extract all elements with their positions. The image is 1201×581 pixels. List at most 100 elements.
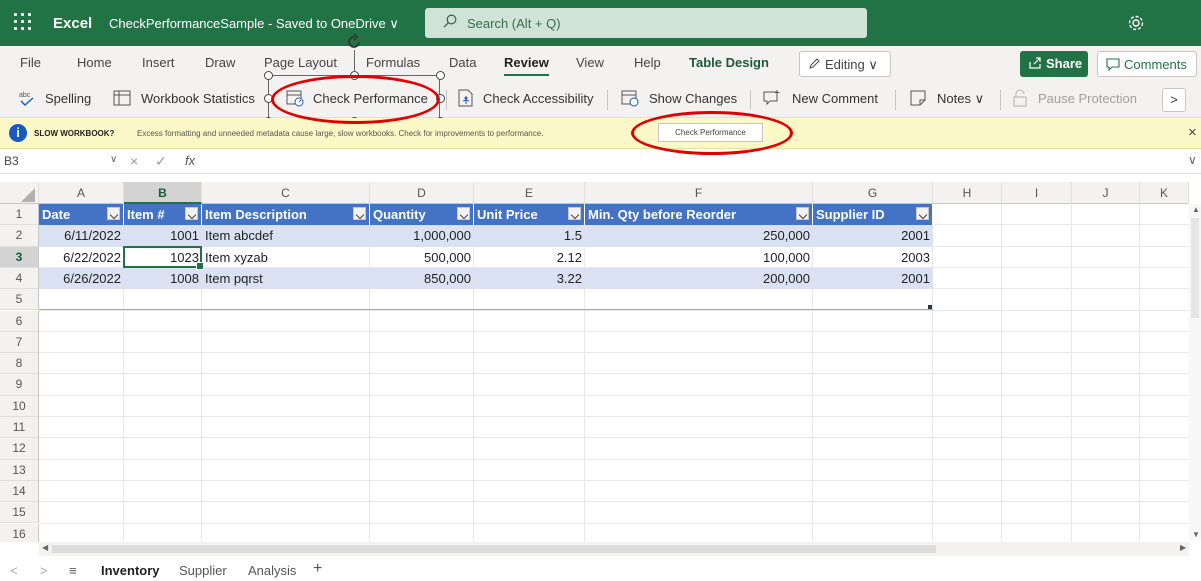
sheet-tab-analysis[interactable]: Analysis xyxy=(248,563,296,578)
column-header-c[interactable]: C xyxy=(202,182,370,204)
table-cell[interactable]: 1.5 xyxy=(474,225,585,247)
name-box[interactable]: B3 ∨ xyxy=(4,154,120,171)
table-cell[interactable]: 1001 xyxy=(124,225,202,247)
row-header-3[interactable]: 3 xyxy=(0,246,39,268)
worksheet-grid[interactable]: A B C D E F G H I J K 1 2 3 4 5 6 7 8 9 10 11 12 13 14 15 16 Date It… xyxy=(0,182,1201,542)
tab-help[interactable]: Help xyxy=(634,55,661,70)
tab-view[interactable]: View xyxy=(576,55,604,70)
table-header-cell[interactable]: Supplier ID xyxy=(813,204,933,225)
filter-dropdown-icon[interactable] xyxy=(353,207,366,220)
insert-function-icon[interactable]: fx xyxy=(185,153,195,168)
table-cell[interactable]: 2001 xyxy=(813,225,933,247)
scroll-left-icon[interactable]: ◀ xyxy=(42,543,48,552)
ribbon-more-button[interactable]: > xyxy=(1162,88,1186,112)
filter-dropdown-icon[interactable] xyxy=(185,207,198,220)
table-cell[interactable]: 2003 xyxy=(813,247,933,268)
sheet-tab-supplier[interactable]: Supplier xyxy=(179,563,227,578)
resize-handle[interactable] xyxy=(264,94,273,103)
row-header-6[interactable]: 6 xyxy=(0,310,39,332)
table-cell[interactable]: 850,000 xyxy=(370,267,474,290)
column-header-e[interactable]: E xyxy=(474,182,585,204)
column-header-i[interactable]: I xyxy=(1002,182,1072,204)
table-header-cell[interactable]: Quantity xyxy=(370,204,474,225)
close-icon[interactable]: × xyxy=(1188,124,1197,141)
notes-button[interactable]: Notes ∨ xyxy=(937,91,984,107)
tab-review[interactable]: Review xyxy=(504,55,549,76)
row-header-11[interactable]: 11 xyxy=(0,417,39,439)
row-header-9[interactable]: 9 xyxy=(0,374,39,396)
column-header-b[interactable]: B xyxy=(124,182,202,204)
row-header-8[interactable]: 8 xyxy=(0,353,39,375)
scroll-down-icon[interactable]: ▼ xyxy=(1192,530,1200,539)
tab-table-design[interactable]: Table Design xyxy=(689,55,769,70)
row-header-7[interactable]: 7 xyxy=(0,331,39,354)
tab-file[interactable]: File xyxy=(20,55,41,70)
table-cell[interactable]: 200,000 xyxy=(585,267,813,290)
share-button[interactable]: Share xyxy=(1020,51,1088,77)
editing-mode-button[interactable]: Editing ∨ xyxy=(799,51,891,77)
column-header-d[interactable]: D xyxy=(370,182,474,204)
vertical-scroll-thumb[interactable] xyxy=(1191,218,1199,318)
sheet-prev-icon[interactable]: < xyxy=(10,563,18,578)
filter-dropdown-icon[interactable] xyxy=(568,207,581,220)
row-header-16[interactable]: 16 xyxy=(0,523,39,542)
tab-draw[interactable]: Draw xyxy=(205,55,235,70)
check-accessibility-button[interactable]: Check Accessibility xyxy=(483,91,594,106)
scroll-right-icon[interactable]: ▶ xyxy=(1180,543,1186,552)
table-cell[interactable]: 6/22/2022 xyxy=(39,247,124,268)
table-cell[interactable]: 3.22 xyxy=(474,267,585,290)
tab-formulas[interactable]: Formulas xyxy=(366,55,420,70)
sheet-next-icon[interactable]: > xyxy=(40,563,48,578)
column-header-a[interactable]: A xyxy=(39,182,124,204)
new-comment-button[interactable]: New Comment xyxy=(792,91,878,106)
chevron-down-icon[interactable]: ∨ xyxy=(1188,153,1197,167)
resize-handle[interactable] xyxy=(436,94,445,103)
formula-input[interactable] xyxy=(205,152,1185,172)
column-header-j[interactable]: J xyxy=(1072,182,1140,204)
table-cell[interactable]: 2.12 xyxy=(474,247,585,268)
filter-dropdown-icon[interactable] xyxy=(796,207,809,220)
table-header-cell[interactable]: Min. Qty before Reorder xyxy=(585,204,813,225)
row-header-5[interactable]: 5 xyxy=(0,289,39,311)
horizontal-scroll-thumb[interactable] xyxy=(52,545,936,553)
cancel-icon[interactable]: × xyxy=(130,153,138,169)
tab-home[interactable]: Home xyxy=(77,55,112,70)
show-changes-button[interactable]: Show Changes xyxy=(649,91,737,106)
tab-page-layout[interactable]: Page Layout xyxy=(264,55,337,70)
table-empty-row[interactable] xyxy=(39,289,933,311)
tab-data[interactable]: Data xyxy=(449,55,476,70)
gear-icon[interactable] xyxy=(1126,13,1146,33)
document-name[interactable]: CheckPerformanceSample - Saved to OneDri… xyxy=(109,16,399,32)
select-all-corner[interactable] xyxy=(0,182,39,204)
filter-dropdown-icon[interactable] xyxy=(107,207,120,220)
table-header-cell[interactable]: Date xyxy=(39,204,124,225)
scroll-up-icon[interactable]: ▲ xyxy=(1192,205,1200,214)
table-cell[interactable]: Item abcdef xyxy=(202,225,370,247)
table-resize-handle[interactable] xyxy=(928,304,932,309)
row-header-12[interactable]: 12 xyxy=(0,438,39,460)
row-header-2[interactable]: 2 xyxy=(0,225,39,247)
workbook-statistics-button[interactable]: Workbook Statistics xyxy=(141,91,255,106)
column-header-k[interactable]: K xyxy=(1140,182,1189,204)
table-cell[interactable]: 500,000 xyxy=(370,247,474,268)
table-header-cell[interactable]: Item # xyxy=(124,204,202,225)
filter-dropdown-icon[interactable] xyxy=(457,207,470,220)
rotate-handle-icon[interactable] xyxy=(345,33,363,51)
table-header-cell[interactable]: Item Description xyxy=(202,204,370,225)
search-box[interactable]: Search (Alt + Q) xyxy=(425,8,867,38)
row-header-10[interactable]: 10 xyxy=(0,395,39,417)
column-header-f[interactable]: F xyxy=(585,182,813,204)
table-cell[interactable]: 2001 xyxy=(813,267,933,290)
chevron-down-icon[interactable]: ∨ xyxy=(110,154,117,165)
tab-insert[interactable]: Insert xyxy=(142,55,175,70)
row-header-15[interactable]: 15 xyxy=(0,502,39,524)
table-cell[interactable]: 1,000,000 xyxy=(370,225,474,247)
table-cell[interactable]: 6/26/2022 xyxy=(39,267,124,290)
comments-button[interactable]: Comments xyxy=(1097,51,1197,77)
sheet-tab-inventory[interactable]: Inventory xyxy=(101,563,160,578)
column-header-h[interactable]: H xyxy=(933,182,1002,204)
table-cell[interactable]: Item pqrst xyxy=(202,267,370,290)
table-header-cell[interactable]: Unit Price xyxy=(474,204,585,225)
resize-handle[interactable] xyxy=(350,71,359,80)
table-cell[interactable]: 1023 xyxy=(124,247,202,268)
